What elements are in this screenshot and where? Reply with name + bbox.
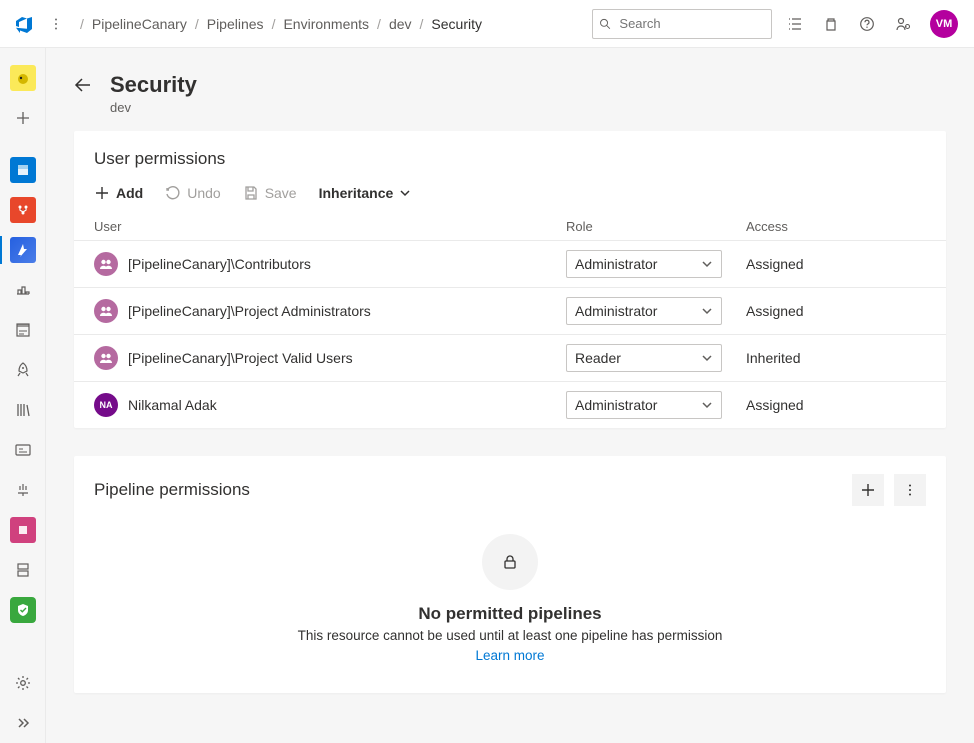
undo-label: Undo [187,185,220,201]
product-logo[interactable] [12,12,36,36]
group-icon [94,299,118,323]
rail-dashboards[interactable] [9,436,37,464]
pipeline-permissions-panel: Pipeline permissions No permitted pipeli… [74,456,946,693]
help-icon[interactable] [858,15,876,33]
rail-settings[interactable] [9,669,37,697]
rail-repos[interactable] [9,196,37,224]
col-access: Access [746,219,926,234]
save-label: Save [265,185,297,201]
save-button: Save [243,185,297,201]
breadcrumb-dev[interactable]: dev [389,16,412,32]
user-permissions-panel: User permissions Add Undo Save Inheritan… [74,131,946,428]
breadcrumb-sep: / [420,16,424,32]
role-select[interactable]: Reader [566,344,722,372]
user-name: [PipelineCanary]\Contributors [128,256,311,272]
breadcrumb-security: Security [431,16,482,32]
hub-menu-button[interactable] [46,14,66,34]
breadcrumb-environments[interactable]: Environments [283,16,369,32]
add-button[interactable]: Add [94,185,143,201]
user-name: Nilkamal Adak [128,397,217,413]
col-user: User [94,219,566,234]
col-role: Role [566,219,746,234]
rail-add[interactable] [9,104,37,132]
empty-body: This resource cannot be used until at le… [94,628,926,643]
access-value: Inherited [746,350,926,366]
role-select[interactable]: Administrator [566,391,722,419]
more-actions-button[interactable] [894,474,926,506]
rail-boards[interactable] [9,156,37,184]
breadcrumb-sep: / [377,16,381,32]
role-value: Reader [575,350,621,366]
table-row: NA Nilkamal Adak Administrator Assigned [74,382,946,428]
chevron-down-icon [701,258,713,270]
inheritance-label: Inheritance [319,185,394,201]
lock-icon [482,534,538,590]
rail-library[interactable] [9,396,37,424]
search-box[interactable] [592,9,772,39]
pipeline-permissions-title: Pipeline permissions [94,480,250,500]
rail-pipelines[interactable] [9,236,37,264]
undo-button: Undo [165,185,220,201]
table-row: [PipelineCanary]\Project Valid Users Read… [74,335,946,382]
chevron-down-icon [701,352,713,364]
market-icon[interactable] [822,15,840,33]
breadcrumb-pipelines[interactable]: Pipelines [207,16,264,32]
group-icon [94,346,118,370]
user-avatar[interactable]: VM [930,10,958,38]
breadcrumb-sep: / [272,16,276,32]
chevron-down-icon [701,399,713,411]
rail-collapse[interactable] [9,709,37,737]
rail-services[interactable] [9,556,37,584]
left-nav-rail [0,48,46,743]
role-select[interactable]: Administrator [566,297,722,325]
table-row: [PipelineCanary]\Contributors Administrat… [74,241,946,288]
user-settings-icon[interactable] [894,15,912,33]
user-name: [PipelineCanary]\Project Valid Users [128,350,353,366]
access-value: Assigned [746,256,926,272]
role-value: Administrator [575,303,657,319]
role-select[interactable]: Administrator [566,250,722,278]
chevron-down-icon [701,305,713,317]
rail-testplans[interactable] [9,316,37,344]
breadcrumb-sep: / [80,16,84,32]
group-icon [94,252,118,276]
page-subtitle: dev [110,100,197,115]
empty-heading: No permitted pipelines [94,604,926,624]
inheritance-dropdown[interactable]: Inheritance [319,185,412,201]
table-row: [PipelineCanary]\Project Administrators A… [74,288,946,335]
breadcrumb-sep: / [195,16,199,32]
page-title: Security [110,72,197,98]
user-name: [PipelineCanary]\Project Administrators [128,303,371,319]
access-value: Assigned [746,397,926,413]
rail-project-avatar[interactable] [9,64,37,92]
role-value: Administrator [575,397,657,413]
breadcrumb-project[interactable]: PipelineCanary [92,16,187,32]
user-avatar-small: NA [94,393,118,417]
add-pipeline-button[interactable] [852,474,884,506]
search-input[interactable] [617,15,765,32]
rail-monitor[interactable] [9,476,37,504]
rail-rocket[interactable] [9,356,37,384]
rail-artifacts[interactable] [9,276,37,304]
chevron-down-icon [399,187,411,199]
user-permissions-title: User permissions [94,149,225,169]
list-icon[interactable] [786,15,804,33]
access-value: Assigned [746,303,926,319]
role-value: Administrator [575,256,657,272]
add-label: Add [116,185,143,201]
rail-security[interactable] [9,596,37,624]
learn-more-link[interactable]: Learn more [475,648,544,663]
rail-deploy[interactable] [9,516,37,544]
back-button[interactable] [74,76,94,96]
search-icon [599,17,611,31]
